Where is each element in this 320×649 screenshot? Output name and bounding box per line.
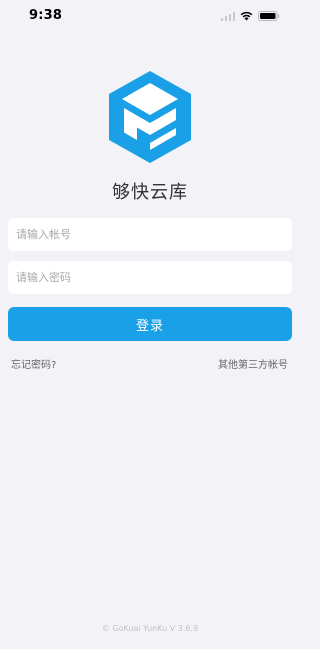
status-time: 9:38 (29, 8, 63, 23)
battery-icon (258, 11, 280, 21)
app-name: 够快云库 (112, 182, 188, 203)
status-icons (220, 11, 281, 21)
status-bar: 9:38 (0, 0, 300, 32)
password-field[interactable] (8, 261, 292, 294)
wifi-icon (240, 11, 253, 21)
account-field[interactable] (8, 218, 292, 251)
signal-icon (220, 11, 235, 21)
third-party-account-link[interactable]: 其他第三方帐号 (218, 356, 288, 371)
forgot-password-link[interactable]: 忘记密码? (11, 356, 56, 371)
app-logo-icon (109, 71, 191, 163)
login-button[interactable]: 登录 (8, 307, 292, 341)
password-input[interactable] (8, 261, 292, 294)
version-footer: © GoKuai YunKu V 3.6.9 (101, 624, 199, 633)
account-input[interactable] (8, 218, 292, 251)
